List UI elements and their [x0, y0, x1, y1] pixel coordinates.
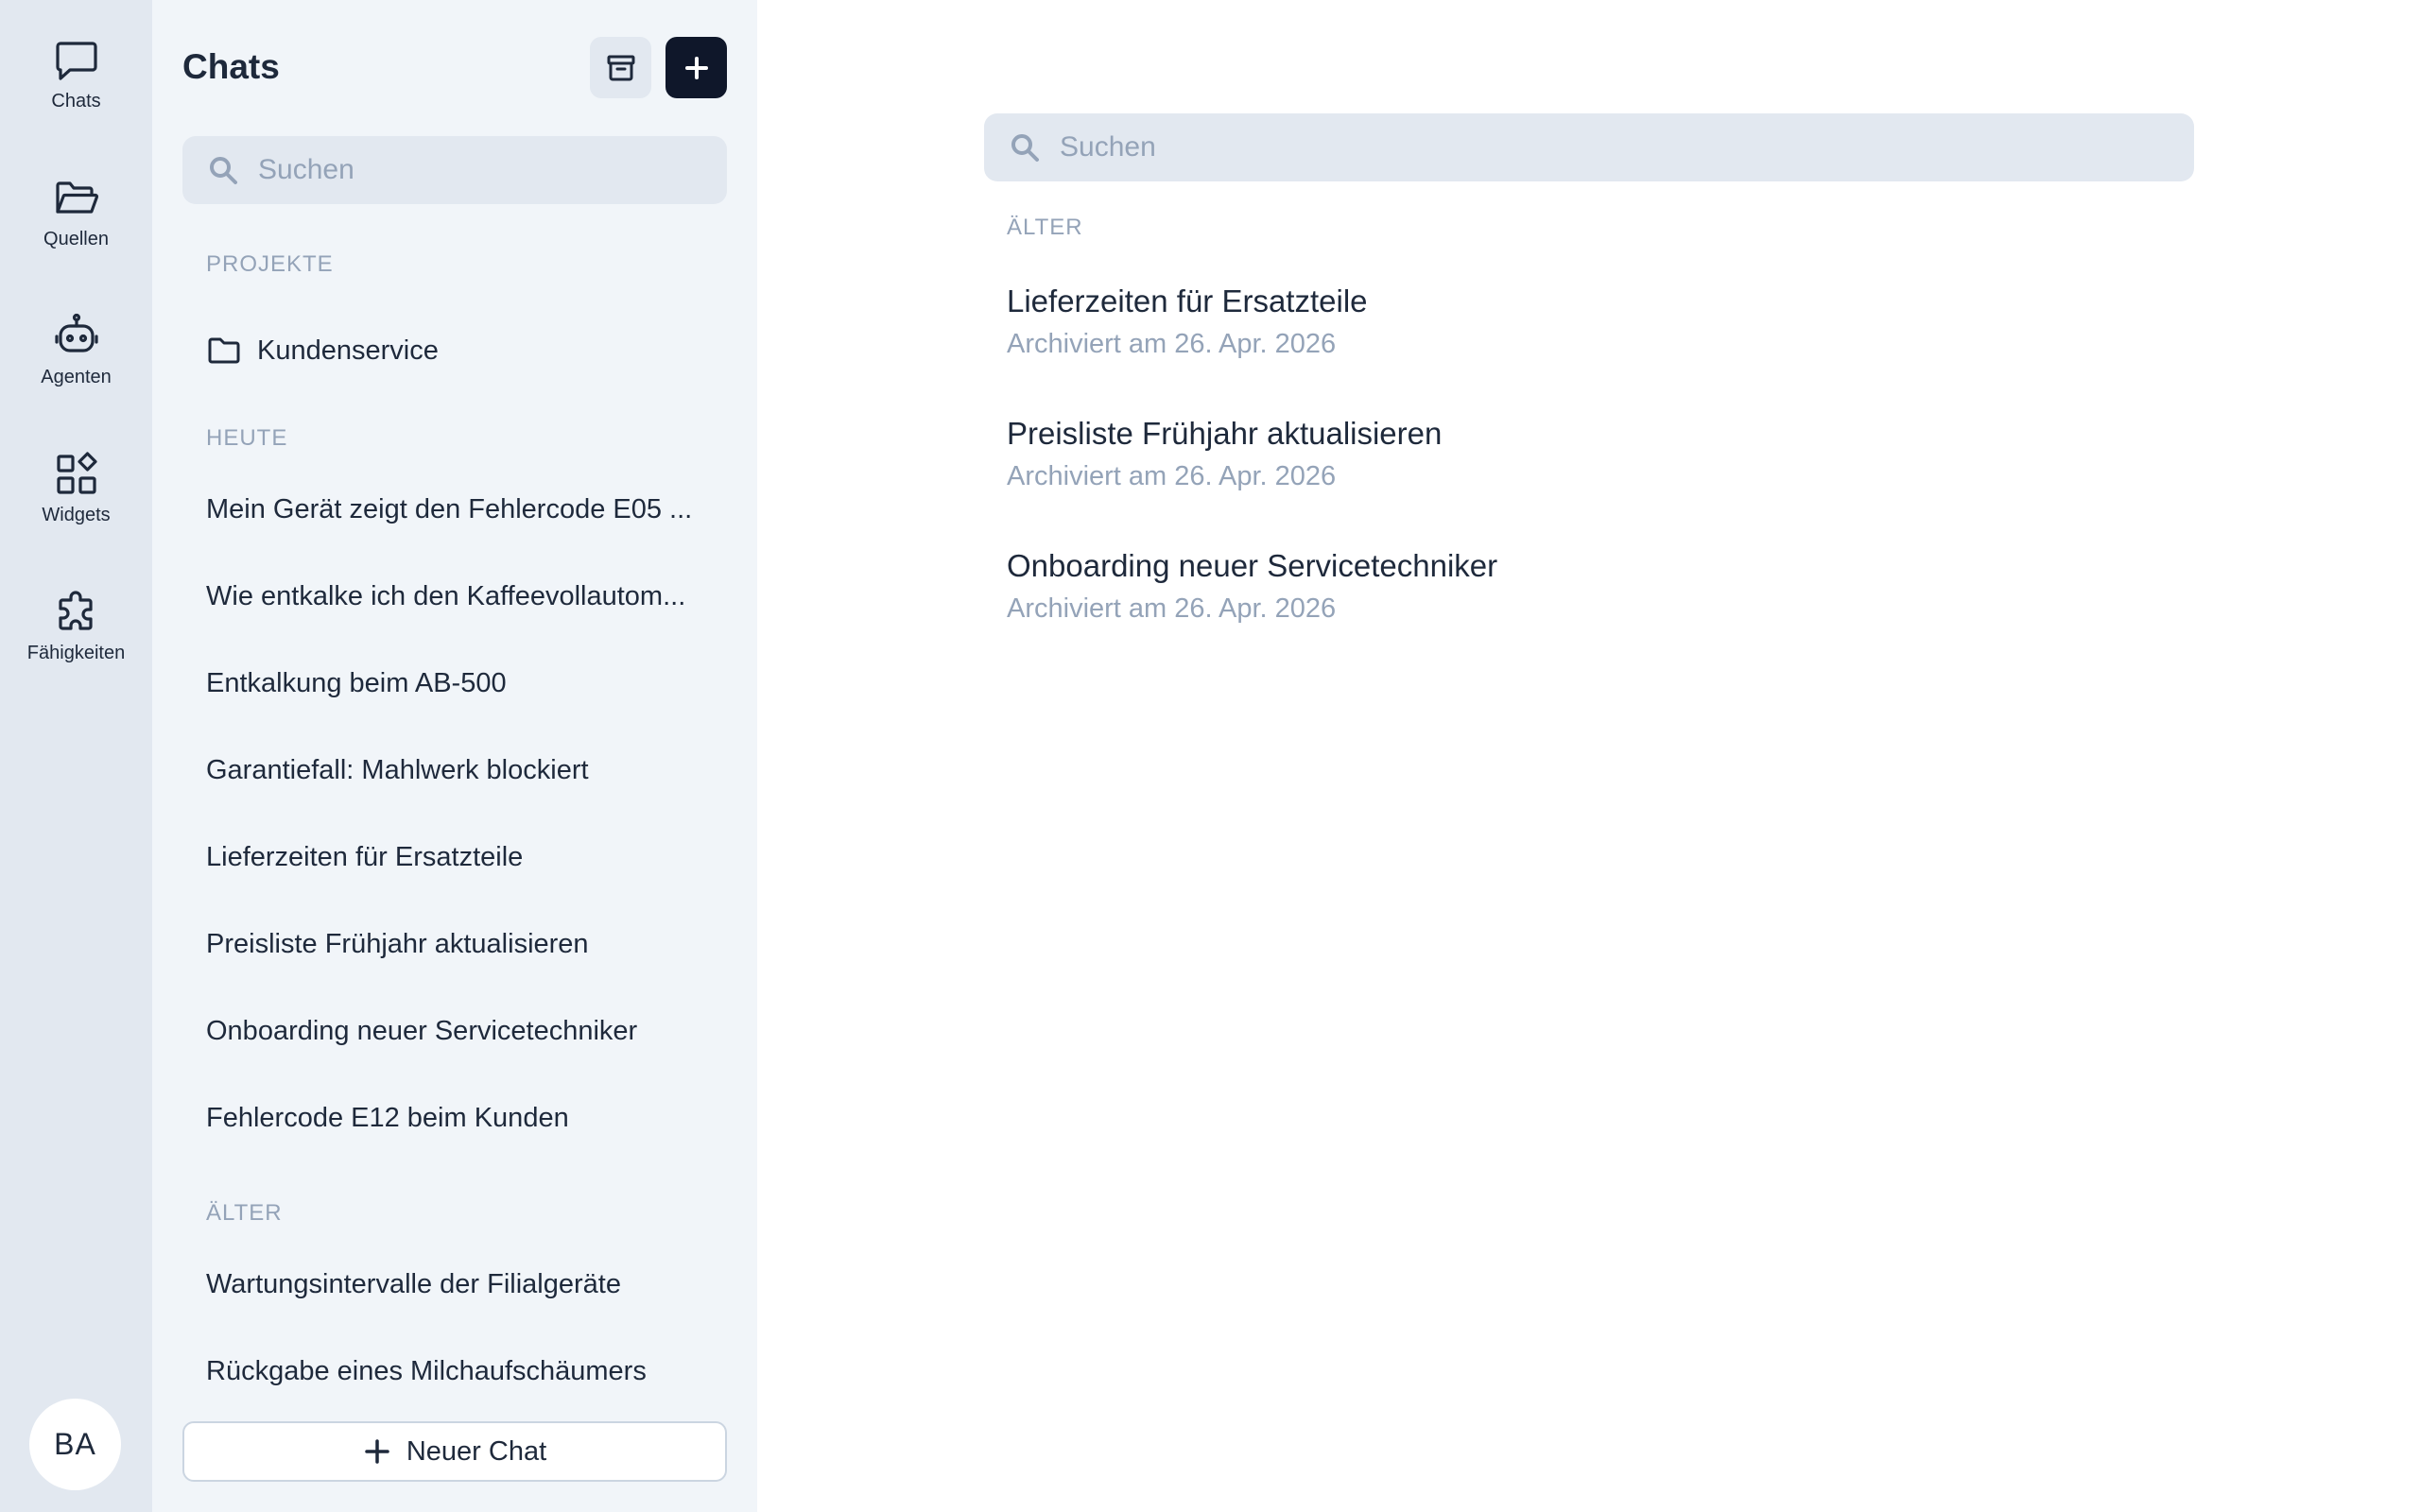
avatar[interactable]: BA [29, 1399, 121, 1490]
search-icon [1011, 134, 1039, 162]
search-icon [210, 157, 237, 184]
chat-item[interactable]: Entkalkung beim AB-500 [206, 668, 717, 699]
archived-chat-title: Lieferzeiten für Ersatzteile [1007, 284, 1368, 318]
nav-rail: Chats Quellen Agenten Widgets Fähigkeite… [0, 0, 152, 1512]
projects-section-label: PROJEKTE [206, 251, 334, 277]
sidebar-search [182, 136, 727, 204]
rail-item-agenten[interactable]: Agenten [0, 312, 152, 425]
rail-item-faehigkeiten[interactable]: Fähigkeiten [0, 588, 152, 701]
archive-icon [607, 55, 634, 80]
app: Chats Quellen Agenten Widgets Fähigkeite… [0, 0, 2420, 1512]
project-label: Kundenservice [257, 335, 439, 366]
robot-icon [54, 313, 98, 352]
archived-chat-item[interactable]: Lieferzeiten für Ersatzteile Archiviert … [1007, 284, 1368, 360]
archived-chat-item[interactable]: Onboarding neuer Servicetechniker Archiv… [1007, 548, 1497, 625]
archived-chat-date: Archiviert am 26. Apr. 2026 [1007, 329, 1337, 359]
archive-search [984, 113, 2194, 181]
sidebar-title: Chats [182, 47, 280, 86]
rail-item-quellen[interactable]: Quellen [0, 174, 152, 287]
chat-item[interactable]: Garantiefall: Mahlwerk blockiert [206, 755, 717, 786]
rail-label-chats: Chats [51, 91, 101, 112]
chat-item[interactable]: Wartungsintervalle der Filialgeräte [206, 1269, 717, 1300]
rail-item-chats[interactable]: Chats [0, 36, 152, 149]
rail-item-widgets[interactable]: Widgets [0, 450, 152, 563]
archived-chat-date: Archiviert am 26. Apr. 2026 [1007, 593, 1337, 624]
archive-main: ÄLTER Lieferzeiten für Ersatzteile Archi… [757, 0, 2420, 1512]
sidebar-search-input[interactable] [258, 154, 727, 186]
chat-item[interactable]: Onboarding neuer Servicetechniker [206, 1016, 717, 1047]
plus-icon [684, 56, 708, 79]
new-chat-icon-button[interactable] [666, 37, 727, 98]
chat-item[interactable]: Lieferzeiten für Ersatzteile [206, 842, 717, 873]
chat-item[interactable]: Fehlercode E12 beim Kunden [206, 1103, 717, 1134]
plus-icon [365, 1439, 389, 1464]
older-section-label: ÄLTER [206, 1200, 283, 1226]
widgets-icon [56, 452, 97, 494]
archived-chat-date: Archiviert am 26. Apr. 2026 [1007, 461, 1337, 491]
rail-label-widgets: Widgets [42, 505, 111, 525]
archived-chat-item[interactable]: Preisliste Frühjahr aktualisieren Archiv… [1007, 416, 1442, 492]
archive-search-input[interactable] [1060, 131, 2194, 163]
archive-button[interactable] [590, 37, 651, 98]
rail-label-faehigkeiten: Fähigkeiten [26, 643, 126, 663]
chat-item[interactable]: Preisliste Frühjahr aktualisieren [206, 929, 717, 960]
puzzle-icon [58, 591, 93, 630]
chat-item[interactable]: Mein Gerät zeigt den Fehlercode E05 ... [206, 494, 717, 525]
chat-item[interactable]: Wie entkalke ich den Kaffeevollautom... [206, 581, 717, 612]
rail-label-agenten: Agenten [41, 367, 112, 387]
chat-bubble-icon [55, 42, 97, 80]
archive-section-label: ÄLTER [1007, 215, 1083, 240]
folder-icon [208, 337, 240, 364]
rail-label-quellen: Quellen [43, 229, 109, 249]
project-item-kundenservice[interactable]: Kundenservice [206, 333, 439, 369]
chat-sidebar: Chats PROJEKTE [152, 0, 861, 1512]
archived-chat-title: Preisliste Frühjahr aktualisieren [1007, 416, 1443, 451]
chat-item[interactable]: Rückgabe eines Milchaufschäumers [206, 1356, 717, 1387]
today-section-label: HEUTE [206, 425, 288, 451]
new-chat-button[interactable]: Neuer Chat [182, 1421, 727, 1482]
folder-open-icon [55, 181, 98, 214]
new-chat-label: Neuer Chat [406, 1435, 547, 1467]
archived-chat-title: Onboarding neuer Servicetechniker [1007, 548, 1498, 583]
